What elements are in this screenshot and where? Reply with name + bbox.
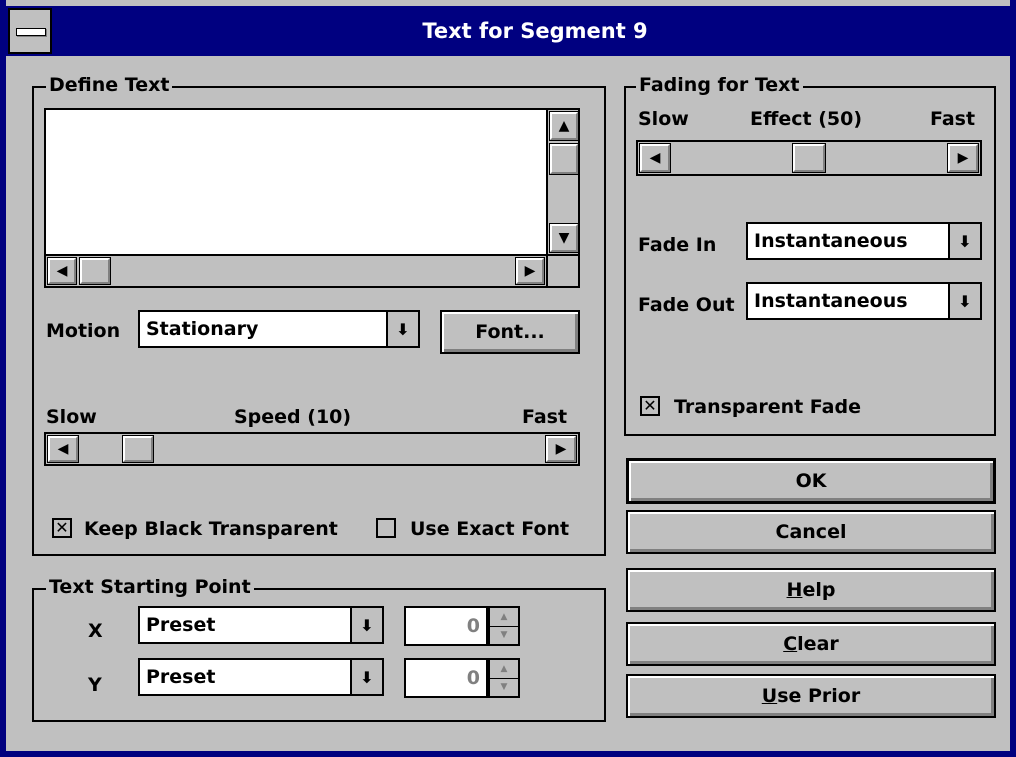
speed-fast-label: Fast	[522, 406, 568, 428]
effect-slider-thumb[interactable]	[792, 143, 826, 173]
spin-up-icon[interactable]: ▲	[490, 660, 518, 679]
speed-slider-thumb[interactable]	[122, 435, 155, 463]
speed-right-arrow-icon[interactable]: ▶	[545, 435, 577, 463]
clear-button[interactable]: Clear	[626, 622, 996, 666]
dropdown-arrow-icon[interactable]: ⬇	[350, 608, 382, 642]
define-text-group-label: Define Text	[46, 74, 173, 96]
scroll-right-arrow-icon[interactable]: ▶	[515, 257, 545, 285]
motion-value: Stationary	[146, 318, 259, 340]
horizontal-scroll-thumb[interactable]	[79, 257, 111, 285]
effect-left-arrow-icon[interactable]: ◀	[639, 143, 671, 173]
speed-label: Speed (10)	[234, 406, 352, 428]
dropdown-arrow-icon[interactable]: ⬇	[350, 660, 382, 694]
spin-down-icon[interactable]: ▼	[490, 678, 518, 696]
effect-fast-label: Fast	[930, 108, 976, 130]
fading-group	[624, 86, 996, 436]
effect-label: Effect (50)	[750, 108, 863, 130]
spin-down-icon[interactable]: ▼	[490, 626, 518, 644]
text-starting-point-group-label: Text Starting Point	[46, 576, 254, 598]
text-horizontal-scrollbar[interactable]	[46, 254, 546, 286]
speed-slow-label: Slow	[46, 406, 97, 428]
x-label: X	[88, 620, 103, 642]
y-mode-value: Preset	[146, 666, 216, 688]
y-label: Y	[88, 674, 102, 696]
check-mark-icon: ✕	[55, 518, 69, 537]
x-mode-value: Preset	[146, 614, 216, 636]
use-prior-button[interactable]: Use Prior	[626, 674, 996, 718]
fade-out-dropdown[interactable]: Instantaneous ⬇	[746, 282, 982, 320]
system-menu-icon[interactable]	[8, 8, 52, 54]
vertical-scroll-thumb[interactable]	[549, 143, 579, 175]
transparent-fade-label[interactable]: Transparent Fade	[674, 394, 861, 420]
y-spinner[interactable]: ▲ ▼	[488, 658, 520, 698]
speed-left-arrow-icon[interactable]: ◀	[47, 435, 79, 463]
fade-in-value: Instantaneous	[754, 230, 908, 252]
dropdown-arrow-icon[interactable]: ⬇	[948, 224, 980, 258]
keep-black-transparent-label[interactable]: Keep Black Transparent	[84, 516, 338, 542]
fade-in-label: Fade In	[638, 234, 717, 256]
scroll-left-arrow-icon[interactable]: ◀	[47, 257, 77, 285]
keep-black-transparent-checkbox[interactable]: ✕	[52, 518, 72, 538]
transparent-fade-checkbox[interactable]: ✕	[640, 396, 660, 416]
check-mark-icon: ✕	[643, 396, 657, 415]
ok-button[interactable]: OK	[626, 458, 996, 504]
help-label: elp	[802, 579, 836, 601]
spin-up-icon[interactable]: ▲	[490, 608, 518, 627]
x-spinner[interactable]: ▲ ▼	[488, 606, 520, 646]
y-value-input[interactable]: 0	[404, 658, 488, 698]
use-prior-mnemonic: U	[761, 685, 778, 707]
use-prior-label: se Prior	[777, 685, 861, 707]
help-mnemonic: H	[786, 579, 803, 601]
x-mode-dropdown[interactable]: Preset ⬇	[138, 606, 384, 644]
scroll-down-arrow-icon[interactable]: ▼	[549, 223, 579, 253]
effect-right-arrow-icon[interactable]: ▶	[947, 143, 979, 173]
effect-slow-label: Slow	[638, 108, 689, 130]
clear-mnemonic: C	[783, 633, 798, 655]
fade-out-value: Instantaneous	[754, 290, 908, 312]
scroll-up-arrow-icon[interactable]: ▲	[549, 111, 579, 141]
scroll-corner	[546, 254, 578, 286]
dropdown-arrow-icon[interactable]: ⬇	[948, 284, 980, 318]
use-exact-font-checkbox[interactable]	[376, 518, 396, 538]
x-value-input[interactable]: 0	[404, 606, 488, 646]
fade-in-dropdown[interactable]: Instantaneous ⬇	[746, 222, 982, 260]
dropdown-arrow-icon[interactable]: ⬇	[386, 312, 418, 346]
cancel-button[interactable]: Cancel	[626, 510, 996, 554]
motion-dropdown[interactable]: Stationary ⬇	[138, 310, 420, 348]
motion-label: Motion	[46, 320, 121, 342]
help-button[interactable]: Help	[626, 568, 996, 612]
font-button[interactable]: Font...	[440, 310, 580, 354]
clear-label: lear	[797, 633, 839, 655]
fading-group-label: Fading for Text	[636, 74, 803, 96]
use-exact-font-label[interactable]: Use Exact Font	[410, 516, 569, 542]
fade-out-label: Fade Out	[638, 294, 735, 316]
y-mode-dropdown[interactable]: Preset ⬇	[138, 658, 384, 696]
window-title: Text for Segment 9	[422, 19, 648, 43]
